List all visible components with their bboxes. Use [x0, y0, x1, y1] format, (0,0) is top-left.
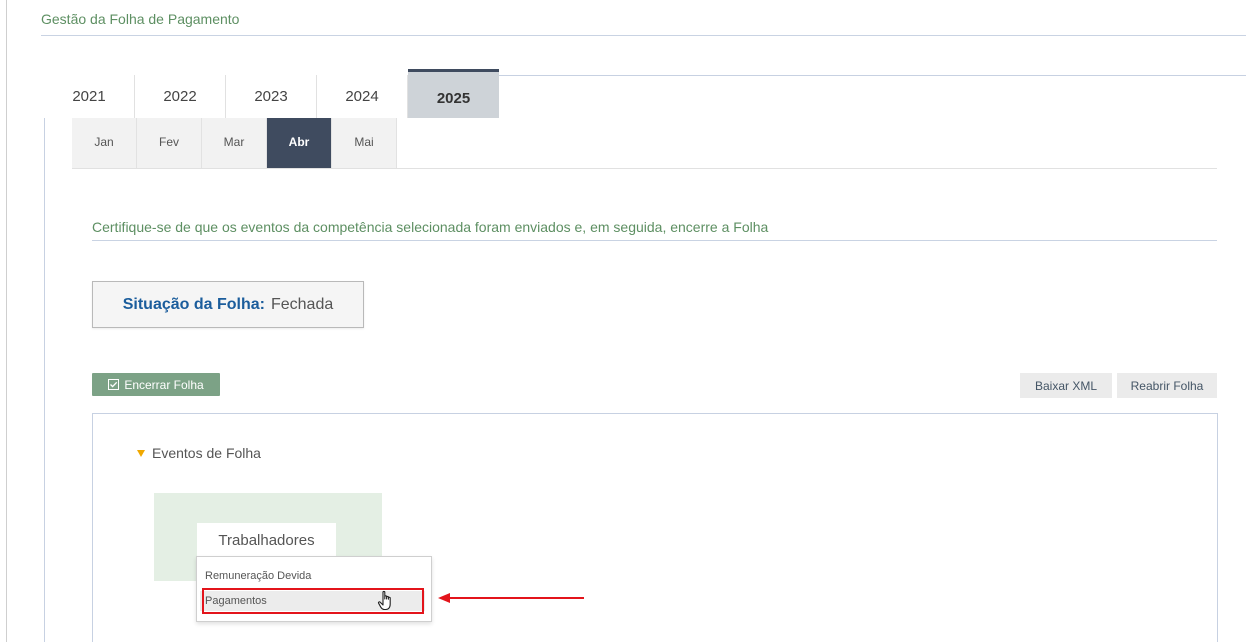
tab-year-2025[interactable]: 2025: [408, 69, 499, 118]
month-divider: [72, 168, 1217, 169]
tab-year-2023[interactable]: 2023: [226, 75, 317, 118]
baixar-xml-button[interactable]: Baixar XML: [1020, 373, 1112, 398]
status-value: Fechada: [270, 295, 334, 313]
checkbox-icon: [108, 379, 120, 390]
tab-month-abr[interactable]: Abr: [267, 118, 332, 168]
page-title: Gestão da Folha de Pagamento: [41, 11, 240, 27]
encerrar-folha-button[interactable]: Encerrar Folha: [92, 373, 220, 396]
encerrar-folha-label: Encerrar Folha: [124, 377, 204, 392]
hand-pointer-icon: [377, 590, 391, 611]
instruction-text: Certifique-se de que os eventos da compe…: [92, 219, 769, 235]
status-label: Situação da Folha:: [122, 295, 265, 313]
events-section-toggle[interactable]: Eventos de Folha: [137, 445, 261, 461]
reabrir-folha-button[interactable]: Reabrir Folha: [1117, 373, 1217, 398]
triangle-down-icon: [137, 449, 145, 457]
events-section-title: Eventos de Folha: [152, 445, 261, 461]
tab-month-fev[interactable]: Fev: [137, 118, 202, 168]
tab-month-jan[interactable]: Jan: [72, 118, 137, 168]
tab-month-mai[interactable]: Mai: [332, 118, 397, 168]
tab-year-2024[interactable]: 2024: [317, 75, 408, 118]
instruction-divider: [92, 240, 1217, 241]
annotation-arrow-icon: [438, 593, 584, 603]
tab-month-mar[interactable]: Mar: [202, 118, 267, 168]
title-divider: [41, 35, 1246, 36]
left-divider: [6, 0, 7, 642]
trabalhadores-label[interactable]: Trabalhadores: [197, 523, 336, 558]
tab-year-2021[interactable]: 2021: [44, 75, 135, 118]
menu-item-remuneracao-devida[interactable]: Remuneração Devida: [205, 570, 311, 582]
month-tabs: Jan Fev Mar Abr Mai: [72, 118, 397, 168]
tab-year-2022[interactable]: 2022: [135, 75, 226, 118]
payroll-page: Gestão da Folha de Pagamento 2021 2022 2…: [0, 0, 1246, 642]
year-tabs: 2021 2022 2023 2024 2025: [44, 69, 499, 118]
status-box: Situação da Folha: Fechada: [92, 281, 364, 328]
